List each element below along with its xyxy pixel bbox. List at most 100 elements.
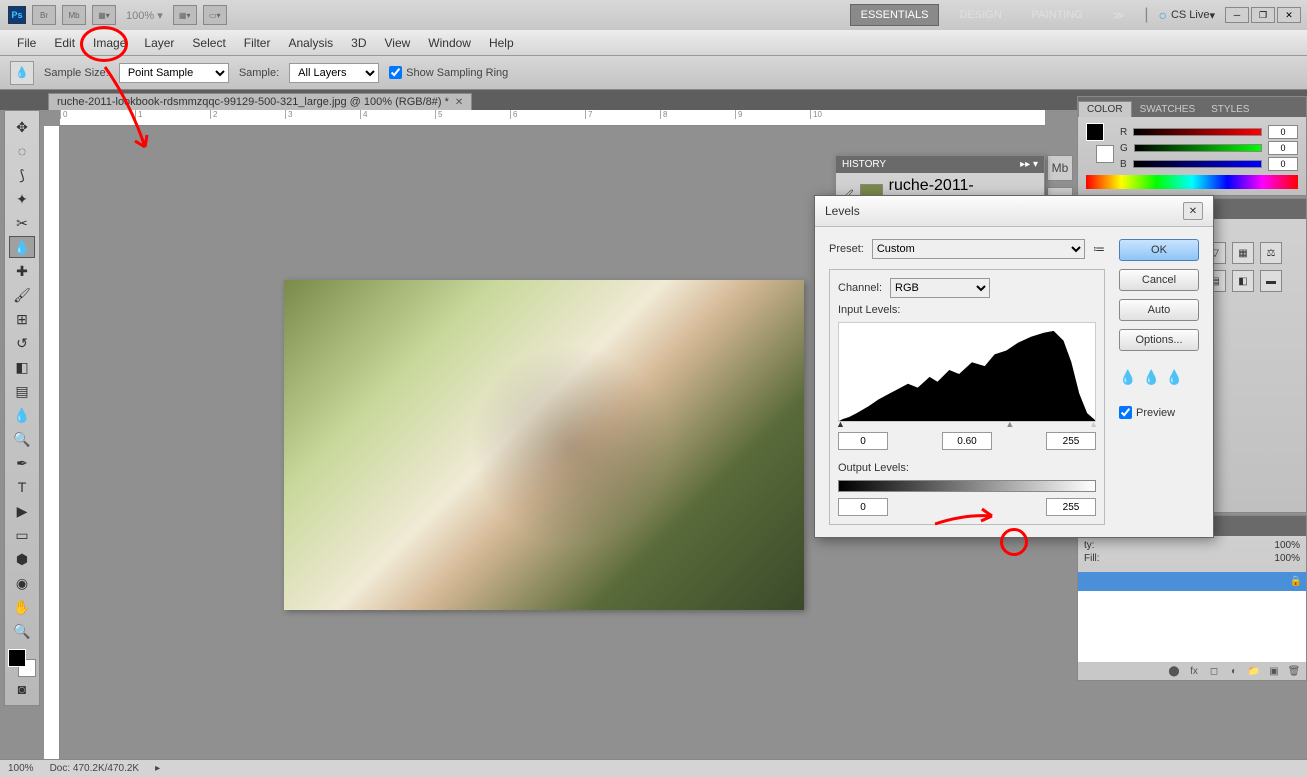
output-white[interactable]	[1046, 498, 1096, 516]
current-tool-icon[interactable]: 💧	[10, 61, 34, 85]
quick-select-tool[interactable]: ✦	[9, 188, 35, 210]
screen-mode-button[interactable]: ▭▾	[203, 5, 227, 25]
gradmap-icon[interactable]: ▬	[1260, 270, 1282, 292]
black-eyedropper-icon[interactable]: 💧	[1119, 369, 1136, 386]
menu-edit[interactable]: Edit	[45, 32, 84, 54]
link-icon[interactable]: ⬤	[1166, 664, 1182, 678]
hue-icon[interactable]: ▦	[1232, 242, 1254, 264]
close-button[interactable]: ✕	[1277, 7, 1301, 23]
menu-layer[interactable]: Layer	[135, 32, 183, 54]
hand-tool[interactable]: ✋	[9, 596, 35, 618]
path-select-tool[interactable]: ▶	[9, 500, 35, 522]
dialog-close-icon[interactable]: ✕	[1183, 202, 1203, 220]
r-input[interactable]	[1268, 125, 1298, 139]
input-white[interactable]	[1046, 432, 1096, 450]
status-zoom[interactable]: 100%	[8, 763, 34, 774]
menu-view[interactable]: View	[375, 32, 419, 54]
output-gradient[interactable]	[838, 480, 1096, 492]
zoom-tool[interactable]: 🔍	[9, 620, 35, 642]
marquee-tool[interactable]: ◌	[9, 140, 35, 162]
black-slider[interactable]: ▲	[836, 419, 845, 429]
b-input[interactable]	[1268, 157, 1298, 171]
shape-tool[interactable]: ▭	[9, 524, 35, 546]
preview-checkbox[interactable]: Preview	[1119, 406, 1199, 419]
swatches-tab[interactable]: SWATCHES	[1132, 102, 1204, 117]
new-layer-icon[interactable]: ▣	[1266, 664, 1282, 678]
auto-button[interactable]: Auto	[1119, 299, 1199, 321]
blur-tool[interactable]: 💧	[9, 404, 35, 426]
g-slider[interactable]	[1134, 144, 1262, 152]
pen-tool[interactable]: ✒	[9, 452, 35, 474]
arrange-documents-button[interactable]: ▦▾	[173, 5, 197, 25]
gradient-tool[interactable]: ▤	[9, 380, 35, 402]
color-swatch[interactable]	[8, 649, 36, 677]
g-input[interactable]	[1268, 141, 1298, 155]
menu-image[interactable]: Image	[84, 32, 135, 54]
cancel-button[interactable]: Cancel	[1119, 269, 1199, 291]
ok-button[interactable]: OK	[1119, 239, 1199, 261]
history-panel-menu-icon[interactable]: ▸▸ ▾	[1020, 159, 1038, 170]
fill-value[interactable]: 100%	[1274, 553, 1300, 564]
3d-camera-tool[interactable]: ◉	[9, 572, 35, 594]
zoom-display[interactable]: 100% ▾	[126, 9, 163, 22]
white-eyedropper-icon[interactable]: 💧	[1166, 369, 1183, 386]
workspace-essentials[interactable]: ESSENTIALS	[850, 4, 940, 26]
document-canvas[interactable]	[284, 280, 804, 610]
options-button[interactable]: Options...	[1119, 329, 1199, 351]
r-slider[interactable]	[1133, 128, 1262, 136]
lasso-tool[interactable]: ⟆	[9, 164, 35, 186]
eraser-tool[interactable]: ◧	[9, 356, 35, 378]
gray-eyedropper-icon[interactable]: 💧	[1142, 369, 1159, 386]
opacity-value[interactable]: 100%	[1274, 540, 1300, 551]
3d-tool[interactable]: ⬢	[9, 548, 35, 570]
colorbal-icon[interactable]: ⚖	[1260, 242, 1282, 264]
cs-live-button[interactable]: CS Live ▾	[1158, 7, 1215, 23]
stamp-tool[interactable]: ⊞	[9, 308, 35, 330]
maximize-button[interactable]: ❐	[1251, 7, 1275, 23]
color-tab[interactable]: COLOR	[1078, 101, 1132, 117]
minimize-button[interactable]: ─	[1225, 7, 1249, 23]
threshold-icon[interactable]: ◧	[1232, 270, 1254, 292]
menu-window[interactable]: Window	[419, 32, 480, 54]
workspace-design[interactable]: DESIGN	[949, 5, 1011, 25]
menu-analysis[interactable]: Analysis	[279, 32, 342, 54]
show-sampling-ring-checkbox[interactable]: Show Sampling Ring	[389, 66, 508, 79]
workspace-more[interactable]: ≫	[1103, 5, 1135, 26]
menu-3d[interactable]: 3D	[342, 32, 375, 54]
status-arrow-icon[interactable]: ▸	[155, 763, 160, 774]
history-brush-tool[interactable]: ↺	[9, 332, 35, 354]
menu-filter[interactable]: Filter	[235, 32, 280, 54]
folder-icon[interactable]: 📁	[1246, 664, 1262, 678]
crop-tool[interactable]: ✂	[9, 212, 35, 234]
preset-menu-icon[interactable]: ≔	[1093, 242, 1105, 256]
menu-select[interactable]: Select	[183, 32, 234, 54]
bridge-button[interactable]: Br	[32, 5, 56, 25]
status-doc-size[interactable]: Doc: 470.2K/470.2K	[50, 763, 140, 774]
healing-tool[interactable]: ✚	[9, 260, 35, 282]
gamma-slider[interactable]: ▲	[1005, 419, 1014, 429]
fx-icon[interactable]: fx	[1186, 664, 1202, 678]
close-tab-icon[interactable]: ✕	[455, 97, 463, 108]
eyedropper-tool[interactable]: 💧	[9, 236, 35, 258]
spectrum-picker[interactable]	[1086, 175, 1298, 189]
minibridge-button[interactable]: Mb	[62, 5, 86, 25]
layer-row-background[interactable]: 🔒	[1078, 572, 1306, 591]
b-slider[interactable]	[1133, 160, 1262, 168]
adj-icon[interactable]: ◐	[1226, 664, 1242, 678]
sample-size-select[interactable]: Point Sample	[119, 63, 229, 83]
channel-select[interactable]: RGB	[890, 278, 990, 298]
dodge-tool[interactable]: 🔍	[9, 428, 35, 450]
move-tool[interactable]: ✥	[9, 116, 35, 138]
input-gamma[interactable]	[942, 432, 992, 450]
minibridge-icon[interactable]: Mb	[1047, 155, 1073, 181]
mask-icon[interactable]: ◻	[1206, 664, 1222, 678]
view-extras-button[interactable]: ▦▾	[92, 5, 116, 25]
input-black[interactable]	[838, 432, 888, 450]
styles-tab[interactable]: STYLES	[1203, 102, 1257, 117]
histogram[interactable]: ▲ ▲ ▲	[838, 322, 1096, 422]
preset-select[interactable]: Custom	[872, 239, 1085, 259]
menu-help[interactable]: Help	[480, 32, 523, 54]
output-black[interactable]	[838, 498, 888, 516]
workspace-painting[interactable]: PAINTING	[1022, 5, 1093, 25]
quick-mask-toggle[interactable]: ◙	[9, 678, 35, 700]
